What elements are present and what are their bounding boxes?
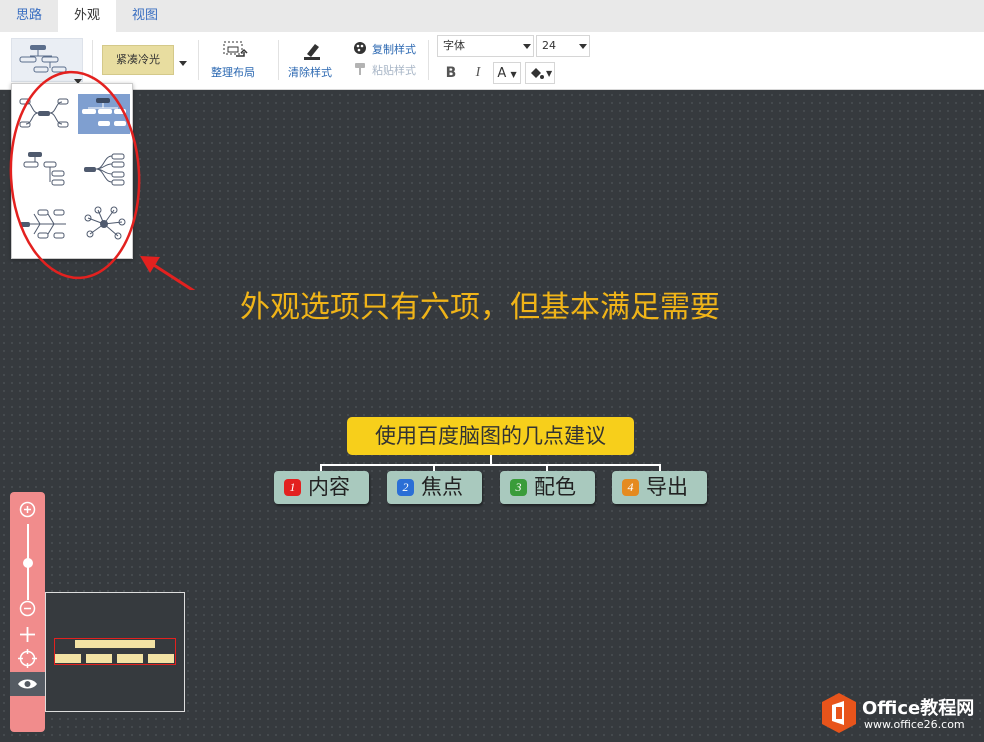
clear-style-icon — [304, 44, 320, 60]
zoom-slider-handle[interactable] — [23, 558, 33, 568]
font-family-select[interactable]: 字体 — [437, 35, 534, 57]
minimap-node — [148, 654, 174, 663]
node-label: 内容 — [308, 475, 350, 499]
toolbar-divider — [428, 40, 429, 80]
navigator-minimap[interactable] — [45, 592, 185, 712]
node-label: 焦点 — [421, 475, 463, 499]
watermark-url: www.office26.com — [864, 718, 965, 731]
bold-button[interactable]: B — [443, 62, 459, 84]
minimap-node — [117, 654, 143, 663]
priority-badge: 3 — [510, 479, 527, 496]
highlight-ellipse — [9, 70, 141, 280]
background-color-button[interactable]: ▼ — [525, 62, 555, 84]
font-size-value: 24 — [542, 39, 556, 52]
locate-center-icon[interactable] — [17, 648, 38, 669]
arrow-head-icon — [140, 256, 160, 273]
mindmap-child-node[interactable]: 3 配色 — [500, 471, 595, 504]
paint-bucket-icon — [531, 68, 544, 79]
font-size-select[interactable]: 24 — [536, 35, 590, 57]
font-family-value: 字体 — [443, 39, 465, 52]
paste-style-icon — [355, 63, 365, 75]
paste-style-button[interactable]: 粘贴样式 — [372, 62, 416, 78]
watermark-logo: Office教程网 www.office26.com — [820, 690, 980, 736]
priority-badge: 4 — [622, 479, 639, 496]
node-label: 配色 — [534, 475, 576, 499]
tab-外观[interactable]: 外观 — [58, 0, 116, 32]
tab-思路[interactable]: 思路 — [0, 0, 58, 32]
minimap-node — [55, 654, 81, 663]
highlight-annotation — [9, 70, 196, 290]
clear-style-button[interactable]: 清除样式 — [288, 64, 332, 80]
toolbar-divider — [278, 40, 279, 80]
watermark-brand: Office教程网 — [862, 698, 975, 719]
chevron-down-icon: ▼ — [546, 69, 553, 78]
font-color-label: A — [497, 66, 507, 81]
eye-icon — [18, 679, 37, 689]
priority-badge: 2 — [397, 479, 414, 496]
mindmap-child-node[interactable]: 2 焦点 — [387, 471, 482, 504]
tab-bar: 思路 外观 视图 — [0, 0, 984, 32]
minimap-root — [75, 640, 155, 648]
office-logo-icon — [822, 693, 856, 733]
connector — [320, 464, 661, 466]
zoom-out-icon[interactable] — [19, 600, 36, 617]
priority-badge: 1 — [284, 479, 301, 496]
copy-style-button[interactable]: 复制样式 — [372, 41, 416, 57]
navigator-toggle-button[interactable] — [10, 672, 45, 696]
chevron-down-icon: ▼ — [510, 70, 517, 79]
mindmap-child-node[interactable]: 1 内容 — [274, 471, 369, 504]
mindmap-child-node[interactable]: 4 导出 — [612, 471, 707, 504]
zoom-in-icon[interactable] — [19, 501, 36, 518]
tab-视图[interactable]: 视图 — [116, 0, 174, 32]
mindmap-root-node[interactable]: 使用百度脑图的几点建议 — [347, 417, 634, 455]
pan-move-icon[interactable] — [18, 625, 37, 644]
arrange-layout-icon — [223, 41, 248, 57]
italic-button[interactable]: I — [470, 62, 486, 84]
copy-style-icon — [354, 42, 366, 54]
zoom-panel — [10, 492, 45, 732]
node-label: 导出 — [646, 475, 688, 499]
chevron-down-icon — [523, 44, 531, 49]
annotation-text: 外观选项只有六项，但基本满足需要 — [240, 290, 720, 325]
chevron-down-icon — [579, 44, 587, 49]
minimap-node — [86, 654, 112, 663]
font-color-button[interactable]: A ▼ — [493, 62, 521, 84]
